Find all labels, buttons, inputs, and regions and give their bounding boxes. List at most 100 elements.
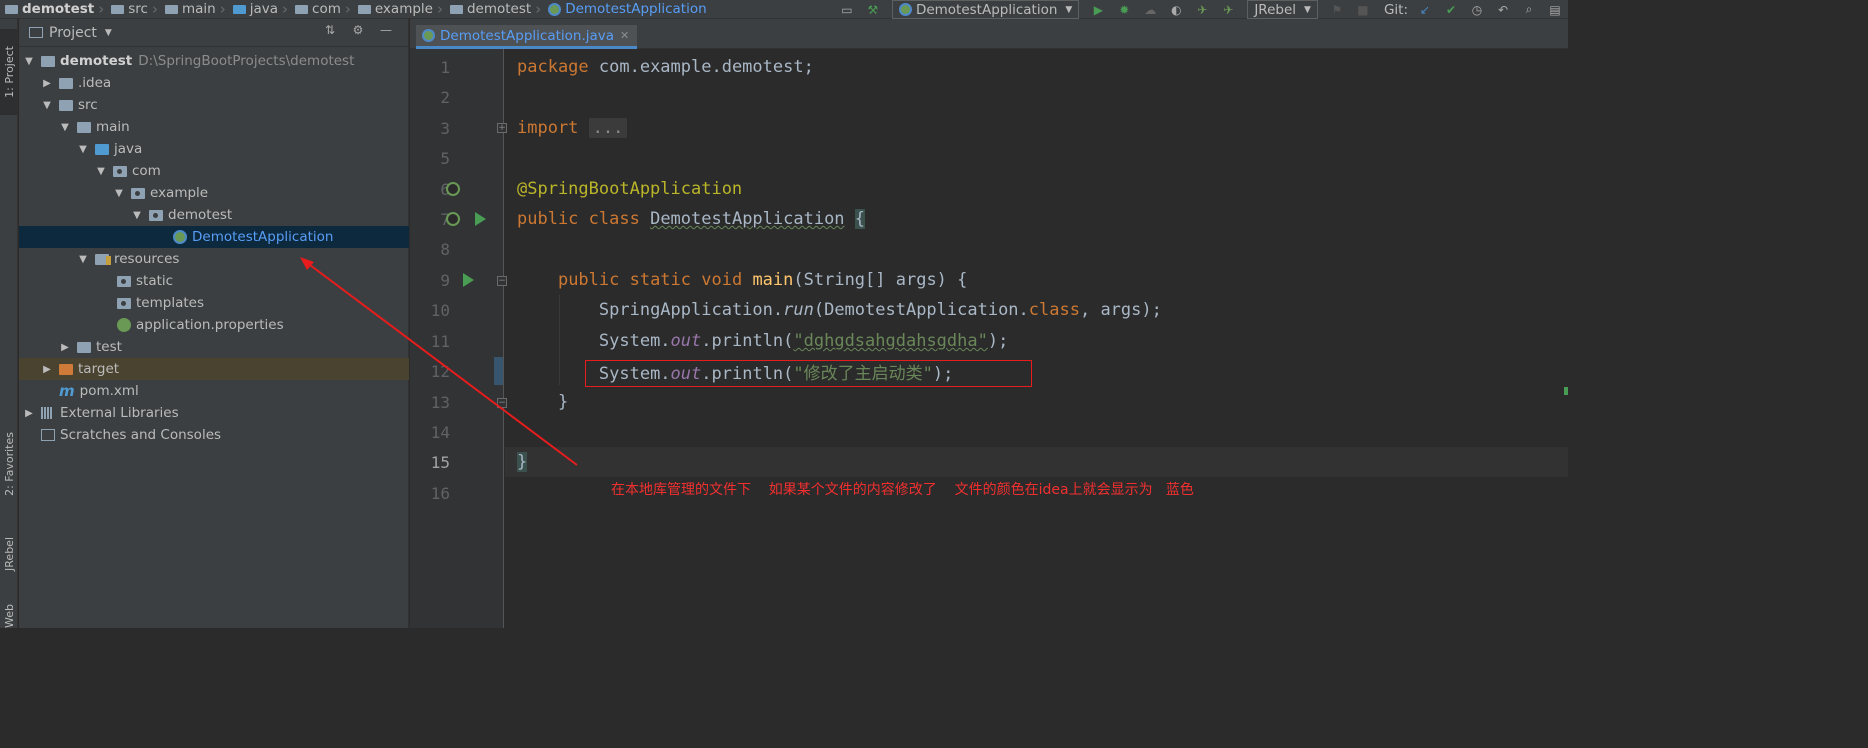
expanded-arrow-icon[interactable]: ▼	[113, 188, 125, 199]
jrebel-dropdown[interactable]: JRebel ▼	[1247, 0, 1318, 19]
breadcrumb-demotest-package[interactable]: › demotest	[433, 0, 531, 19]
breadcrumb-main[interactable]: › main	[148, 0, 216, 19]
breadcrumb-java[interactable]: › java	[216, 0, 278, 19]
project-view-selector[interactable]: Project	[49, 25, 97, 41]
stop-icon[interactable]: ■	[1355, 3, 1371, 17]
package-icon	[149, 209, 163, 221]
run-icon[interactable]: ▶	[1090, 3, 1106, 17]
code-editor[interactable]: package com.example.demotest; import ...…	[505, 49, 1568, 628]
folder-icon	[77, 341, 91, 353]
hide-panel-icon[interactable]: —	[378, 23, 394, 37]
debug-icon[interactable]: ✹	[1116, 3, 1132, 17]
tree-item-main[interactable]: ▼ main	[19, 116, 409, 138]
project-folder-icon	[5, 4, 18, 14]
tree-item-static[interactable]: static	[19, 270, 409, 292]
tree-item-idea[interactable]: ▶ .idea	[19, 72, 409, 94]
gear-icon[interactable]: ⚙	[350, 23, 366, 37]
toolbar-right: ▭ ⚒ DemotestApplication ▼ ▶ ✹ ☁ ◐ ✈ ✈ JR…	[834, 0, 1568, 19]
folded-imports[interactable]: ...	[588, 118, 628, 138]
line-number: 5	[440, 148, 450, 168]
breadcrumb-com[interactable]: › com	[278, 0, 341, 19]
spring-properties-icon	[117, 318, 131, 332]
jrebel-run-icon[interactable]: ✈	[1194, 3, 1210, 17]
package-icon	[357, 4, 371, 14]
bean-navigation-icon[interactable]	[444, 210, 462, 228]
settings-icon[interactable]: ▤	[1547, 3, 1563, 17]
git-update-icon[interactable]: ↙	[1417, 3, 1433, 17]
run-class-icon[interactable]	[472, 210, 488, 228]
tree-item-pom[interactable]: m pom.xml	[19, 380, 409, 402]
error-stripe-marker[interactable]	[1564, 387, 1568, 395]
git-commit-icon[interactable]: ✔	[1443, 3, 1459, 17]
search-icon[interactable]: ⌕	[1521, 2, 1537, 17]
tree-item-external-libraries[interactable]: ▶ External Libraries	[19, 402, 409, 424]
tab-project[interactable]: 1: Project	[0, 29, 18, 115]
spring-boot-class-icon	[422, 29, 435, 42]
tab-jrebel[interactable]: JRebel	[0, 524, 18, 584]
line-number: 3	[440, 118, 450, 138]
package-icon	[113, 165, 127, 177]
breadcrumb-separator-icon: ›	[98, 0, 105, 18]
collapse-all-icon[interactable]: ⇅	[322, 23, 338, 37]
project-panel-tools: ⇅ ⚙ —	[316, 23, 400, 37]
tree-item-com[interactable]: ▼ com	[19, 160, 409, 182]
tree-item-templates[interactable]: templates	[19, 292, 409, 314]
tree-item-scratches[interactable]: Scratches and Consoles	[19, 424, 409, 446]
project-structure-icon[interactable]: ▭	[839, 3, 855, 17]
expanded-arrow-icon[interactable]: ▼	[131, 210, 143, 221]
modified-line-marker[interactable]	[494, 357, 503, 385]
tree-item-example[interactable]: ▼ example	[19, 182, 409, 204]
close-icon[interactable]: ✕	[620, 29, 629, 42]
breadcrumb-demotest[interactable]: demotest	[0, 0, 94, 19]
tree-item-target[interactable]: ▶ target	[19, 358, 409, 380]
line-number: 9	[440, 270, 450, 290]
tree-item-root[interactable]: ▼ demotest D:\SpringBootProjects\demotes…	[19, 50, 409, 72]
folder-icon	[59, 77, 73, 89]
breadcrumb-example[interactable]: › example	[341, 0, 433, 19]
spring-boot-icon	[898, 3, 912, 16]
tree-item-java[interactable]: ▼ java	[19, 138, 409, 160]
git-rollback-icon[interactable]: ↶	[1495, 3, 1511, 17]
expanded-arrow-icon[interactable]: ▼	[95, 166, 107, 177]
expanded-arrow-icon[interactable]: ▼	[77, 254, 89, 265]
expanded-arrow-icon[interactable]: ▼	[77, 144, 89, 155]
maven-icon: m	[59, 382, 75, 400]
breadcrumb-src[interactable]: › src	[94, 0, 148, 19]
collapsed-arrow-icon[interactable]: ▶	[41, 364, 53, 375]
code-line: public class DemotestApplication {	[517, 209, 866, 229]
bean-navigation-icon[interactable]	[444, 180, 462, 198]
jrebel-debug-icon[interactable]: ✈	[1220, 3, 1236, 17]
expanded-arrow-icon[interactable]: ▼	[41, 100, 53, 111]
resources-folder-icon	[95, 253, 111, 265]
editor-tab-demotest-application[interactable]: DemotestApplication.java ✕	[416, 25, 638, 49]
code-line: SpringApplication.run(DemotestApplicatio…	[598, 300, 1162, 320]
git-history-icon[interactable]: ◷	[1469, 3, 1485, 17]
build-hammer-icon[interactable]: ⚒	[865, 3, 881, 17]
tree-item-test[interactable]: ▶ test	[19, 336, 409, 358]
tab-favorites[interactable]: 2: Favorites	[0, 419, 18, 509]
coverage-icon[interactable]: ☁	[1142, 3, 1158, 17]
expanded-arrow-icon[interactable]: ▼	[23, 56, 35, 67]
tree-item-demotest-application[interactable]: DemotestApplication	[19, 226, 409, 248]
profile-icon[interactable]: ◐	[1168, 3, 1184, 17]
breadcrumb-demotest-application[interactable]: › DemotestApplication	[531, 0, 706, 19]
tree-item-src[interactable]: ▼ src	[19, 94, 409, 116]
line-number: 11	[430, 331, 450, 351]
tree-item-demotest-package[interactable]: ▼ demotest	[19, 204, 409, 226]
folder-icon	[59, 99, 73, 111]
collapsed-arrow-icon[interactable]: ▶	[59, 342, 71, 353]
tab-web[interactable]: Web	[0, 601, 18, 631]
source-folder-icon	[95, 143, 109, 155]
expanded-arrow-icon[interactable]: ▼	[59, 122, 71, 133]
run-configuration-dropdown[interactable]: DemotestApplication ▼	[891, 0, 1080, 19]
collapsed-arrow-icon[interactable]: ▶	[41, 78, 53, 89]
line-number: 10	[430, 300, 450, 320]
collapsed-arrow-icon[interactable]: ▶	[23, 408, 35, 419]
attach-icon[interactable]: ⚑	[1329, 3, 1345, 17]
tree-item-resources[interactable]: ▼ resources	[19, 248, 409, 270]
tree-item-application-properties[interactable]: application.properties	[19, 314, 409, 336]
chevron-down-icon[interactable]: ▼	[105, 28, 112, 38]
run-main-icon[interactable]	[460, 271, 476, 289]
chevron-down-icon: ▼	[1065, 4, 1073, 15]
breadcrumb-separator-icon: ›	[151, 0, 158, 18]
